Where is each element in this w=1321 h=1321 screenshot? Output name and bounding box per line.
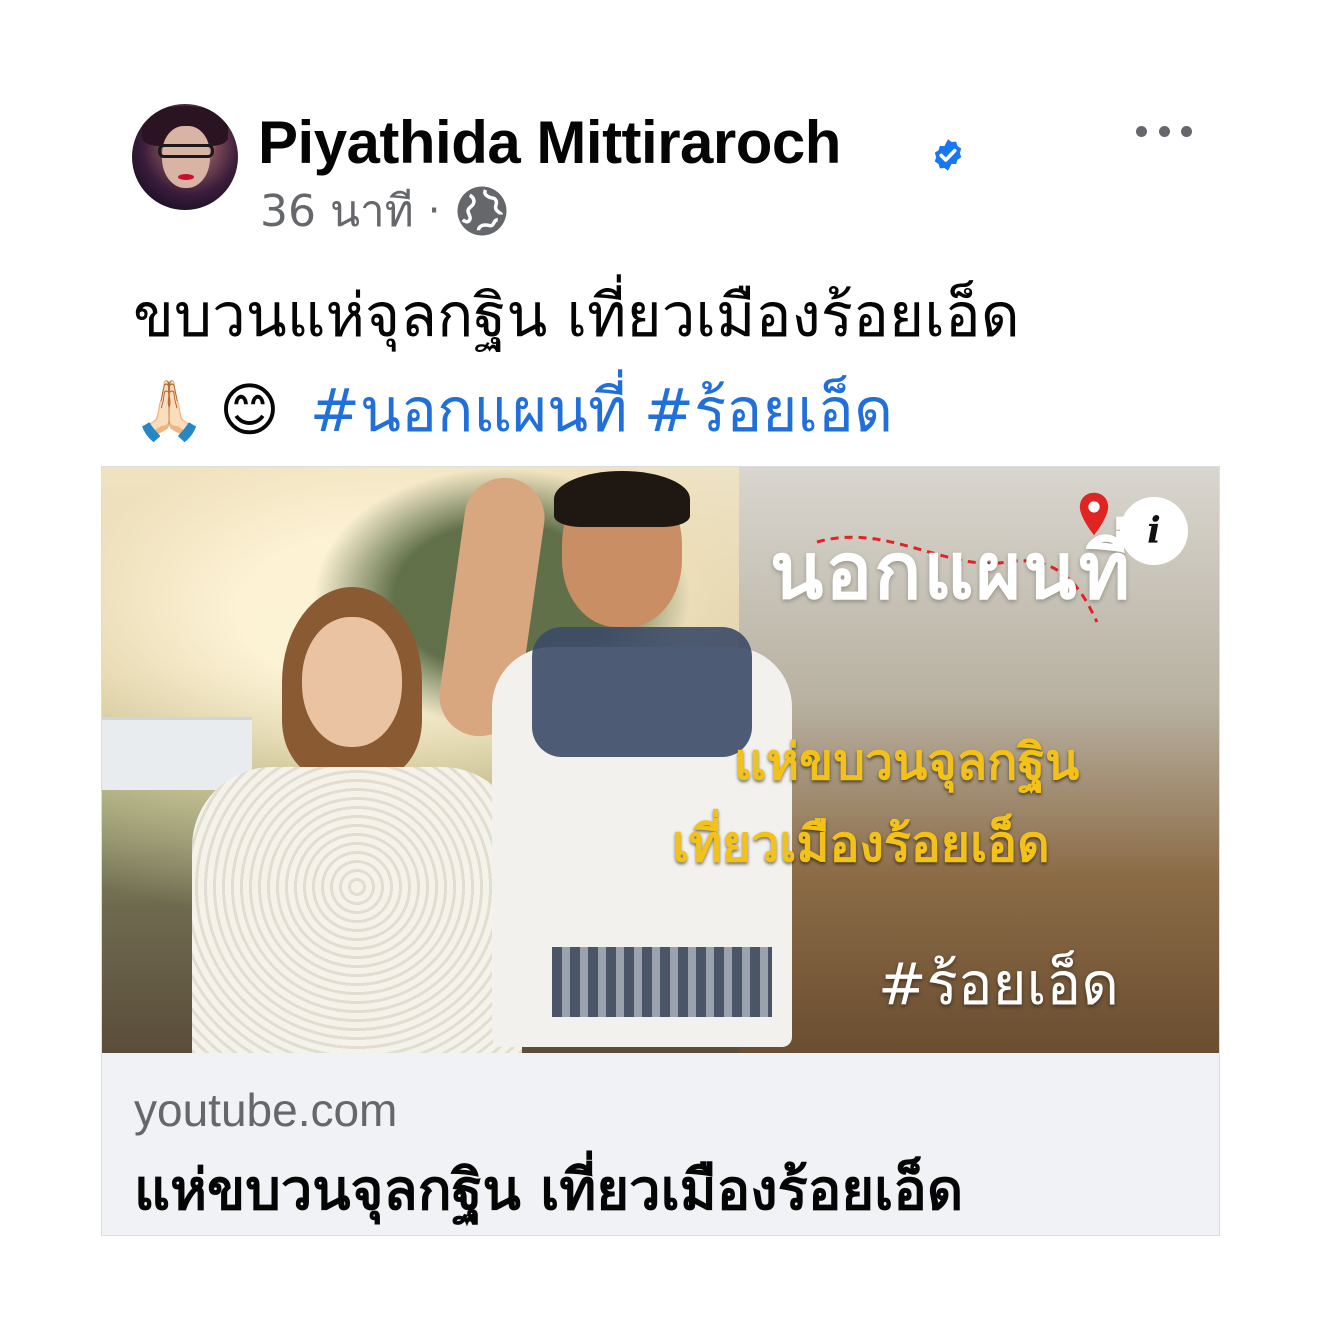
globe-icon[interactable] (454, 183, 510, 239)
thumbnail-hashtag: #ร้อยเอ็ด (878, 950, 1119, 1018)
link-domain: youtube.com (134, 1084, 398, 1136)
meta-separator: · (427, 188, 441, 234)
info-icon: i (1120, 497, 1188, 565)
smiling-face-emoji: 😊 (219, 376, 280, 444)
hashtag-link[interactable]: #นอกแผนที่ (310, 363, 628, 458)
link-preview-card[interactable]: นอกแผนที่ i แห่ขบวนจุลกฐิน เที่ยวเมืองร้… (101, 466, 1220, 1236)
folded-hands-emoji: 🙏🏻 (133, 376, 206, 444)
facebook-post: Piyathida Mittiraroch 36 นาที · ขบวนแห่จ… (0, 0, 1321, 1321)
author-name[interactable]: Piyathida Mittiraroch (258, 108, 841, 178)
post-text: ขบวนแห่จุลกฐิน เที่ยวเมืองร้อยเอ็ด (133, 281, 1020, 351)
hashtag-link[interactable]: #ร้อยเอ็ด (644, 363, 893, 458)
link-preview-footer[interactable]: youtube.com แห่ขบวนจุลกฐิน เที่ยวเมืองร้… (102, 1053, 1219, 1235)
verified-badge-icon (934, 139, 962, 171)
more-options-icon[interactable] (1136, 118, 1192, 144)
link-title[interactable]: แห่ขบวนจุลกฐิน เที่ยวเมืองร้อยเอ็ด (134, 1145, 963, 1234)
post-text-line2: 🙏🏻 😊 #นอกแผนที่ #ร้อยเอ็ด (133, 368, 893, 452)
thumbnail-title-line1: แห่ขบวนจุลกฐิน (734, 733, 1080, 791)
post-meta: 36 นาที · (260, 183, 510, 239)
thumbnail-title-line2: เที่ยวเมืองร้อยเอ็ด (672, 815, 1050, 873)
author-avatar[interactable] (132, 104, 238, 210)
video-thumbnail[interactable]: นอกแผนที่ i แห่ขบวนจุลกฐิน เที่ยวเมืองร้… (102, 467, 1219, 1053)
post-timestamp[interactable]: 36 นาที (260, 176, 414, 246)
map-pin-icon (1079, 492, 1109, 536)
